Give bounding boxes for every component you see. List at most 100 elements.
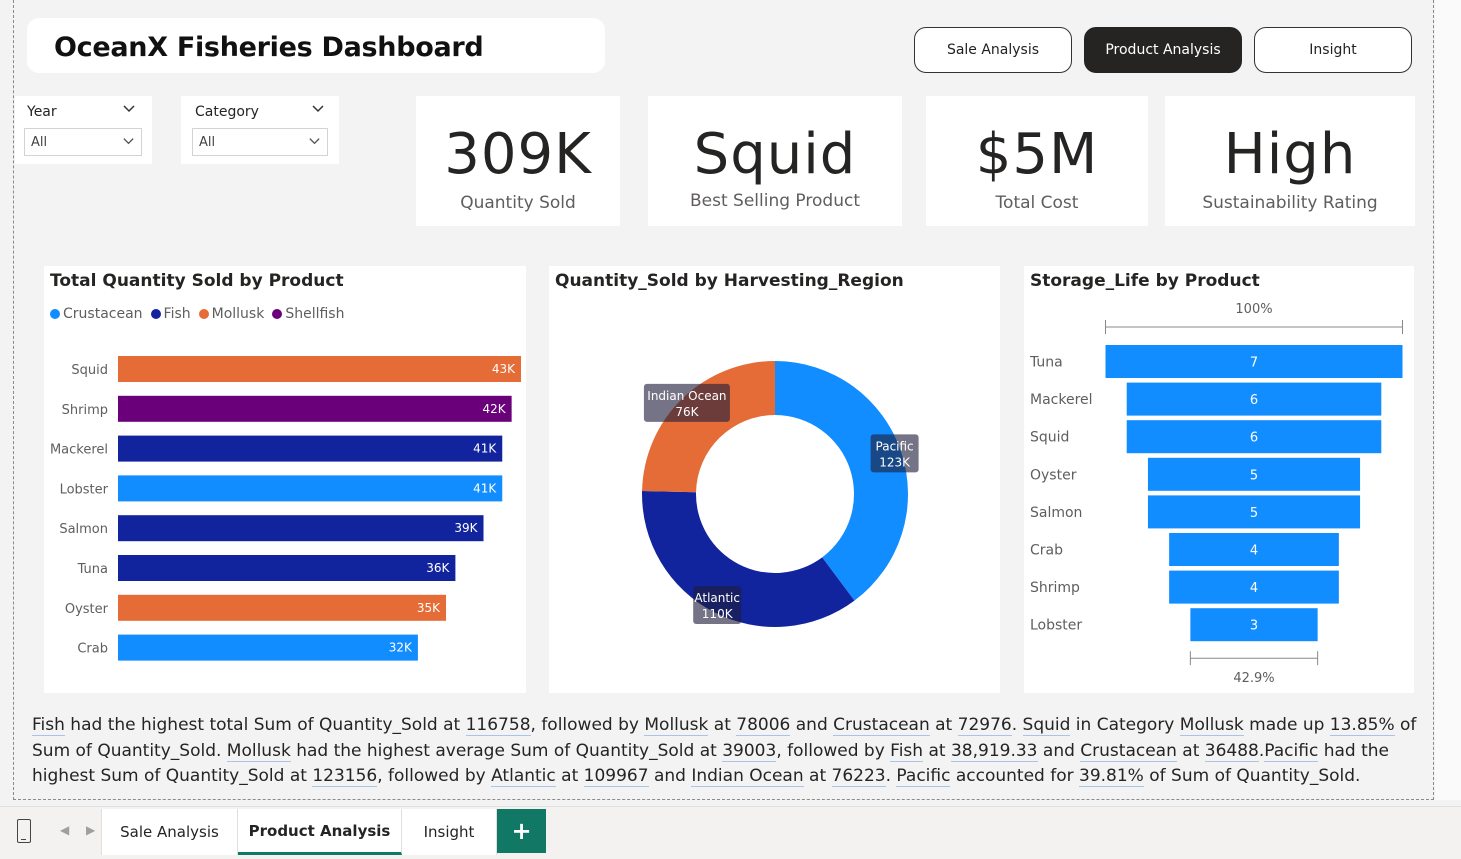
bar-mackerel[interactable] — [118, 435, 503, 462]
bar-squid[interactable] — [118, 356, 521, 382]
smart-narrative: Fish had the highest total Sum of Quanti… — [32, 713, 1432, 790]
funnel-category-label: Salmon — [1030, 505, 1082, 521]
legend-item-fish[interactable]: Fish — [150, 306, 191, 322]
narrative-highlight[interactable]: Crustacean — [1080, 740, 1177, 762]
narrative-highlight[interactable]: 13.85% — [1329, 715, 1395, 736]
narrative-highlight[interactable]: Pacific — [896, 766, 951, 787]
donut-slice-indian-ocean[interactable] — [642, 361, 775, 493]
tab-sale-analysis[interactable]: Sale Analysis — [101, 809, 238, 855]
funnel-data-label: 3 — [1250, 619, 1258, 634]
legend-label: Shellfish — [285, 306, 345, 322]
narrative-highlight[interactable]: Fish — [32, 715, 65, 736]
legend-dot — [50, 309, 60, 319]
bar-shrimp[interactable] — [118, 395, 512, 422]
bar-data-label: 42K — [482, 402, 506, 416]
bar-chart-title: Total Quantity Sold by Product — [50, 271, 344, 291]
bar-oyster[interactable] — [118, 594, 447, 621]
narrative-highlight[interactable]: Atlantic — [491, 766, 556, 787]
page-tab-bar: ◀ ▶ Sale Analysis Product Analysis Insig… — [0, 806, 1461, 859]
funnel-data-label: 5 — [1250, 506, 1258, 521]
tab-insight[interactable]: Insight — [402, 809, 497, 855]
narrative-highlight[interactable]: Indian Ocean — [691, 766, 804, 787]
add-page-button[interactable]: + — [497, 809, 546, 853]
chevron-left-icon[interactable]: ◀ — [60, 823, 69, 837]
chevron-down-icon — [308, 134, 321, 150]
legend-item-shellfish[interactable]: Shellfish — [272, 306, 344, 322]
category-dropdown[interactable]: All — [192, 128, 328, 156]
legend-dot — [198, 309, 209, 319]
bar-category-label: Shrimp — [62, 403, 108, 418]
narrative-text: of Sum of Quantity_Sold. — [1143, 766, 1361, 786]
narrative-text: at — [708, 715, 737, 735]
kpi-card-quantity-sold: 309K Quantity Sold — [416, 96, 620, 226]
kpi-value: $5M — [975, 122, 1099, 187]
category-slicer-label: Category — [195, 104, 259, 120]
chevron-right-icon[interactable]: ▶ — [86, 823, 95, 837]
funnel-data-label: 4 — [1250, 581, 1258, 596]
narrative-highlight[interactable]: Mollusk — [644, 715, 709, 736]
chevron-down-icon[interactable] — [311, 101, 325, 119]
year-dropdown[interactable]: All — [24, 128, 142, 156]
funnel-category-label: Tuna — [1029, 355, 1063, 371]
legend-item-crustacean[interactable]: Crustacean — [50, 306, 143, 322]
narrative-highlight[interactable]: Mollusk — [226, 740, 291, 762]
narrative-highlight[interactable]: 39.81% — [1079, 766, 1144, 787]
nav-button-sale-analysis[interactable]: Sale Analysis — [914, 27, 1072, 73]
bar-data-label: 43K — [492, 362, 516, 376]
bar-category-label: Salmon — [59, 522, 108, 537]
legend-item-mollusk[interactable]: Mollusk — [198, 306, 265, 322]
donut-slice-pacific[interactable] — [775, 361, 908, 601]
funnel-category-label: Lobster — [1030, 618, 1082, 634]
donut-label-value: 110K — [702, 607, 734, 621]
nav-button-product-analysis[interactable]: Product Analysis — [1084, 27, 1242, 73]
kpi-value: 309K — [444, 122, 592, 187]
narrative-highlight[interactable]: 36488 — [1204, 740, 1259, 762]
donut-slice-atlantic[interactable] — [642, 490, 855, 628]
funnel-data-label: 6 — [1250, 431, 1258, 446]
narrative-highlight[interactable]: 78006 — [736, 715, 791, 736]
funnel-top-percent: 100% — [1235, 302, 1272, 317]
narrative-text: made up — [1243, 715, 1330, 735]
narrative-highlight[interactable]: Pacific — [1264, 740, 1319, 762]
nav-button-insight[interactable]: Insight — [1254, 27, 1412, 73]
bar-data-label: 35K — [417, 601, 441, 615]
narrative-text: . — [885, 766, 897, 786]
narrative-highlight[interactable]: 123156 — [312, 766, 378, 787]
narrative-highlight[interactable]: Squid — [1022, 715, 1071, 736]
narrative-highlight[interactable]: 39003 — [722, 740, 777, 762]
legend-label: Mollusk — [211, 306, 265, 322]
phone-layout-icon[interactable] — [17, 819, 31, 843]
legend-dot — [272, 309, 283, 319]
donut-label-name: Pacific — [876, 439, 914, 453]
year-slicer-label: Year — [27, 104, 57, 120]
funnel-chart-title: Storage_Life by Product — [1030, 271, 1260, 291]
kpi-caption: Sustainability Rating — [1202, 193, 1378, 213]
tab-product-analysis[interactable]: Product Analysis — [238, 809, 402, 855]
narrative-highlight[interactable]: Mollusk — [1179, 715, 1244, 736]
narrative-text: at — [1176, 740, 1205, 761]
narrative-highlight[interactable]: 38,919.33 — [950, 740, 1038, 762]
bar-salmon[interactable] — [118, 515, 484, 542]
narrative-highlight[interactable]: Fish — [890, 740, 924, 762]
bar-tuna[interactable] — [118, 555, 456, 581]
bar-category-label: Crab — [77, 642, 108, 657]
narrative-text: in Category — [1070, 715, 1180, 735]
narrative-highlight[interactable]: 72976 — [957, 715, 1012, 736]
narrative-highlight[interactable]: 109967 — [583, 766, 649, 787]
bar-crab[interactable] — [118, 634, 418, 661]
narrative-highlight[interactable]: 116758 — [465, 715, 531, 736]
chevron-down-icon[interactable] — [122, 101, 136, 119]
narrative-text: at — [803, 766, 832, 786]
funnel-data-label: 6 — [1250, 393, 1258, 408]
narrative-highlight[interactable]: 76223 — [831, 766, 886, 787]
narrative-text: at — [555, 766, 584, 786]
bar-chart-legend: Crustacean Fish Mollusk Shellfish — [50, 306, 344, 322]
funnel-bottom-percent: 42.9% — [1233, 671, 1274, 686]
bar-lobster[interactable] — [118, 475, 503, 502]
funnel-chart-plot: 100% 7 Tuna 6 Mackerel 6 Squid 5 Oyster 5 Salmon 4 C… — [1029, 302, 1403, 686]
legend-label: Fish — [163, 306, 191, 322]
bar-data-label: 41K — [473, 481, 497, 495]
narrative-text: had the highest average Sum of Quantity_… — [290, 740, 723, 761]
narrative-highlight[interactable]: Crustacean — [833, 715, 930, 736]
funnel-category-label: Shrimp — [1030, 580, 1080, 596]
